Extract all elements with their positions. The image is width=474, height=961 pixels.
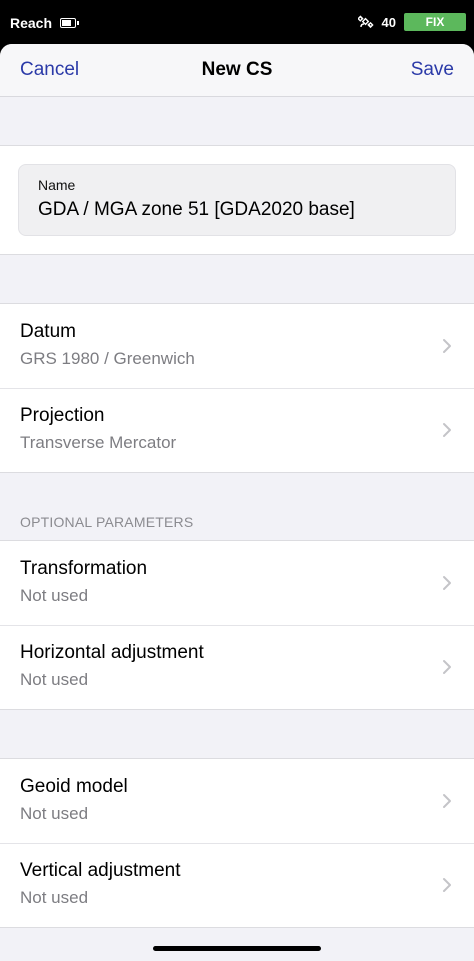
geoid-model-title: Geoid model <box>20 776 128 797</box>
chevron-right-icon <box>443 660 451 674</box>
status-right: 40 FIX <box>357 13 466 31</box>
geoid-model-value: Not used <box>20 804 89 823</box>
page-title: New CS <box>201 59 273 80</box>
vertical-adjustment-value: Not used <box>20 888 89 907</box>
horizontal-adjustment-row[interactable]: Horizontal adjustment Not used <box>0 625 474 709</box>
horizontal-adjustment-value: Not used <box>20 670 89 689</box>
vertical-adjustment-title: Vertical adjustment <box>20 860 181 881</box>
save-button[interactable]: Save <box>411 44 454 96</box>
projection-row[interactable]: Projection Transverse Mercator <box>0 388 474 472</box>
status-left: Reach <box>10 15 80 31</box>
datum-title: Datum <box>20 321 76 342</box>
navigation-bar: Cancel New CS Save <box>0 44 474 97</box>
name-field[interactable]: Name <box>18 164 456 236</box>
optional-parameters-section: Transformation Not used Horizontal adjus… <box>0 540 474 710</box>
datum-row[interactable]: Datum GRS 1980 / Greenwich <box>0 304 474 388</box>
datum-value: GRS 1980 / Greenwich <box>20 349 195 368</box>
main-parameters-section: Datum GRS 1980 / Greenwich Projection Tr… <box>0 303 474 473</box>
chevron-right-icon <box>443 576 451 590</box>
projection-value: Transverse Mercator <box>20 433 177 452</box>
new-cs-sheet: Cancel New CS Save Name Datum GRS 1980 /… <box>0 44 474 961</box>
status-bar: Reach 40 FIX <box>0 0 474 44</box>
fix-status-badge: FIX <box>404 13 466 31</box>
satellite-icon <box>357 15 374 29</box>
name-section: Name <box>0 145 474 255</box>
transformation-title: Transformation <box>20 558 148 579</box>
battery-icon <box>60 18 80 28</box>
transformation-value: Not used <box>20 586 89 605</box>
vertical-parameters-section: Geoid model Not used Vertical adjustment… <box>0 758 474 928</box>
chevron-right-icon <box>443 878 451 892</box>
vertical-adjustment-row[interactable]: Vertical adjustment Not used <box>0 843 474 927</box>
transformation-row[interactable]: Transformation Not used <box>0 541 474 625</box>
carrier-label: Reach <box>10 15 53 31</box>
projection-title: Projection <box>20 405 105 426</box>
home-indicator[interactable] <box>153 946 321 951</box>
geoid-model-row[interactable]: Geoid model Not used <box>0 759 474 843</box>
name-field-label: Name <box>38 177 76 193</box>
chevron-right-icon <box>443 423 451 437</box>
satellite-count: 40 <box>381 14 396 30</box>
chevron-right-icon <box>443 794 451 808</box>
horizontal-adjustment-title: Horizontal adjustment <box>20 642 204 663</box>
optional-parameters-label: OPTIONAL PARAMETERS <box>20 514 194 530</box>
optional-parameters-header: OPTIONAL PARAMETERS <box>0 473 474 540</box>
chevron-right-icon <box>443 339 451 353</box>
name-input[interactable] <box>38 199 437 221</box>
